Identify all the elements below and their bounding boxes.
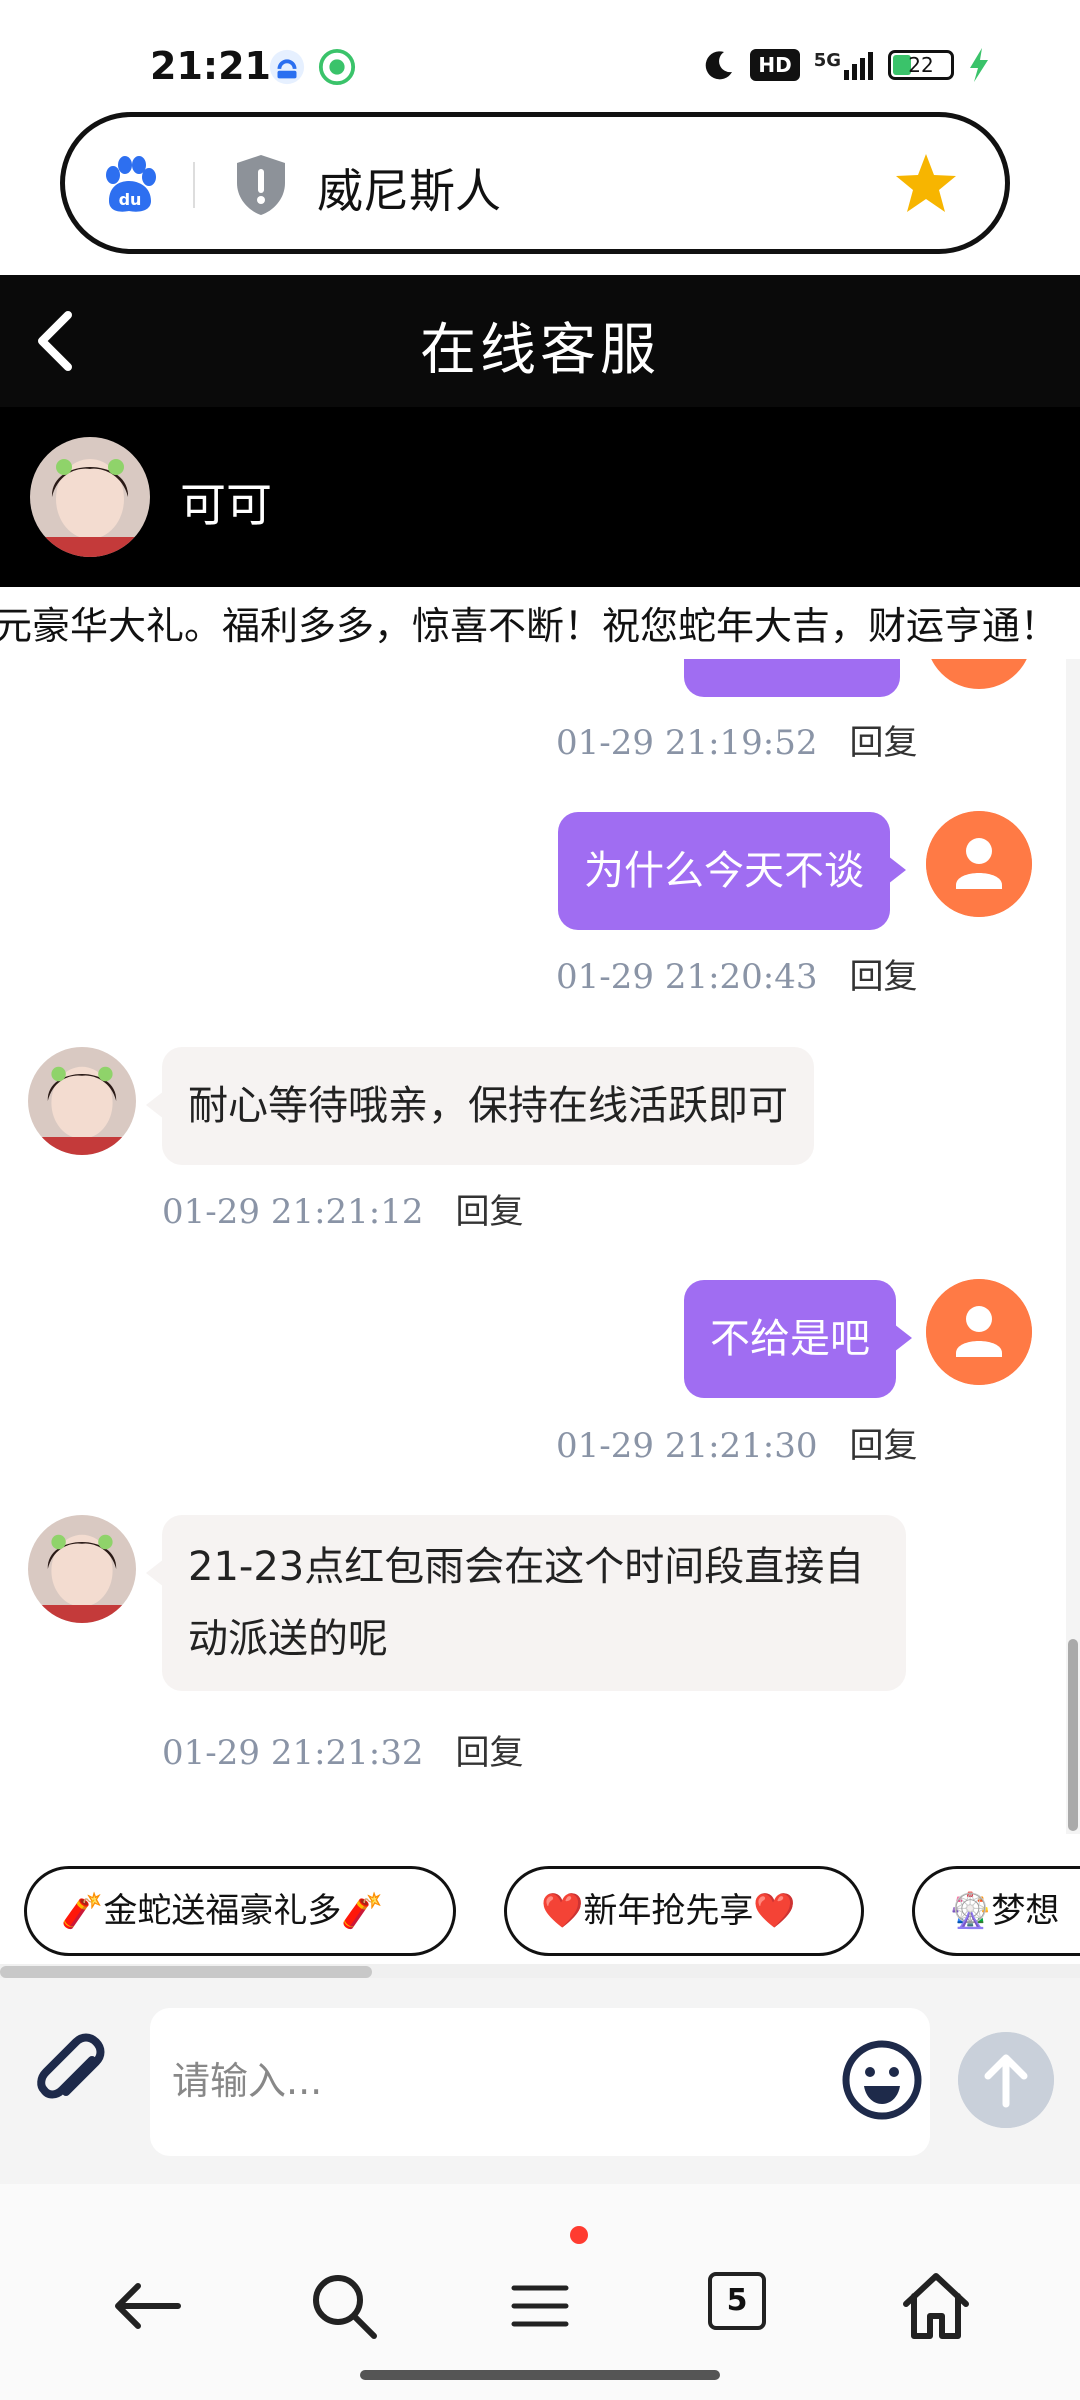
status-right: HD 5G 22	[702, 48, 990, 82]
header-title: 在线客服	[420, 318, 660, 383]
pdf-app-icon	[318, 48, 356, 86]
message-meta: 01-29 21:20:43 回复	[556, 949, 918, 998]
status-time: 21:21	[150, 44, 271, 88]
notification-dot	[570, 2226, 588, 2244]
message-meta: 01-29 21:21:12 回复	[162, 1184, 524, 1233]
agent-name: 可可	[180, 478, 272, 532]
reply-button[interactable]: 回复	[850, 1426, 918, 1466]
composer	[0, 1978, 1080, 2184]
signal-icon	[844, 52, 873, 80]
address-divider	[193, 162, 195, 208]
status-bar: 21:21 HD 5G 22	[0, 0, 1080, 110]
message-input-box[interactable]	[150, 2008, 930, 2156]
message-text: 耐心等待哦亲，保持在线活跃即可	[188, 1083, 788, 1129]
message-meta: 01-29 21:21:30 回复	[556, 1418, 918, 1467]
agent-avatar	[30, 437, 150, 557]
user-avatar	[926, 659, 1032, 689]
emoji-icon[interactable]	[840, 2038, 924, 2122]
chat-scrollbar[interactable]	[1066, 659, 1080, 1834]
network-indicator: 5G	[814, 50, 874, 80]
message-time: 01-29 21:20:43	[556, 957, 818, 997]
page-title[interactable]: 威尼斯人	[317, 155, 501, 221]
message-time: 01-29 21:21:30	[556, 1426, 818, 1466]
message-meta: 01-29 21:19:52 回复	[556, 715, 918, 764]
reply-button[interactable]: 回复	[850, 957, 918, 997]
network-label: 5G	[813, 50, 841, 71]
shield-icon[interactable]	[233, 153, 289, 217]
chat-header: 在线客服	[0, 275, 1080, 407]
message-text: 为什么今天不谈	[584, 848, 864, 894]
message-time: 01-29 21:19:52	[556, 723, 818, 763]
agent-avatar	[28, 1047, 136, 1155]
svg-text:du: du	[119, 190, 142, 209]
announcement-marquee: 元豪华大礼。福利多多，惊喜不断！祝您蛇年大吉，财运亨通！	[0, 587, 1080, 659]
paperclip-icon[interactable]	[30, 2032, 120, 2122]
message-text: 不给是吧	[710, 1316, 870, 1362]
quick-reply-chip[interactable]: ❤️新年抢先享❤️	[504, 1866, 864, 1956]
battery-level: 22	[908, 53, 934, 77]
quick-reply-chip[interactable]: 🧨金蛇送福豪礼多🧨	[24, 1866, 456, 1956]
hd-badge: HD	[750, 49, 800, 81]
menu-icon[interactable]	[500, 2266, 580, 2346]
charging-icon	[970, 48, 988, 82]
quick-reply-chip[interactable]: 🎡梦想	[912, 1866, 1080, 1956]
home-icon[interactable]	[896, 2266, 976, 2346]
address-bar[interactable]: du 威尼斯人	[60, 112, 1010, 254]
send-button[interactable]	[958, 2032, 1054, 2128]
message-bubble-incoming: 21-23点红包雨会在这个时间段直接自动派送的呢	[146, 1515, 906, 1691]
star-icon[interactable]	[893, 151, 959, 217]
quick-replies: 🧨金蛇送福豪礼多🧨 ❤️新年抢先享❤️ 🎡梦想	[0, 1834, 1080, 1964]
browser-nav: 5	[0, 2184, 1080, 2400]
message-input[interactable]	[172, 2046, 832, 2116]
reply-button[interactable]: 回复	[850, 723, 918, 763]
user-avatar	[926, 811, 1032, 917]
message-bubble-incoming: 耐心等待哦亲，保持在线活跃即可	[146, 1047, 814, 1165]
message-bubble-outgoing	[684, 659, 900, 697]
agent-avatar	[28, 1515, 136, 1623]
reply-button[interactable]: 回复	[456, 1192, 524, 1232]
battery-indicator: 22	[888, 50, 954, 80]
message-bubble-outgoing: 不给是吧	[684, 1280, 912, 1398]
browser-back-icon[interactable]	[108, 2266, 188, 2346]
message-meta: 01-29 21:21:32 回复	[162, 1725, 524, 1774]
user-avatar	[926, 1279, 1032, 1385]
quick-replies-scrollbar-thumb[interactable]	[0, 1966, 372, 1978]
chat-scrollbar-thumb[interactable]	[1068, 1639, 1078, 1831]
marquee-text: 元豪华大礼。福利多多，惊喜不断！祝您蛇年大吉，财运亨通！	[0, 604, 1059, 648]
message-time: 01-29 21:21:12	[162, 1192, 424, 1232]
moon-icon	[706, 51, 733, 80]
home-indicator	[360, 2370, 720, 2380]
quick-replies-scrollbar[interactable]	[0, 1964, 1080, 1978]
agent-bar: 可可	[0, 407, 1080, 587]
baidu-logo-icon[interactable]: du	[99, 155, 159, 215]
message-time: 01-29 21:21:32	[162, 1733, 424, 1773]
chat-messages[interactable]: 01-29 21:19:52 回复 为什么今天不谈 01-29 21:20:43 回…	[0, 659, 1080, 1834]
vpn-app-icon	[269, 49, 305, 85]
message-text: 21-23点红包雨会在这个时间段直接自动派送的呢	[188, 1544, 865, 1662]
reply-button[interactable]: 回复	[456, 1733, 524, 1773]
message-bubble-outgoing: 为什么今天不谈	[558, 812, 906, 930]
search-icon[interactable]	[304, 2266, 384, 2346]
tabs-button[interactable]: 5	[708, 2272, 766, 2330]
